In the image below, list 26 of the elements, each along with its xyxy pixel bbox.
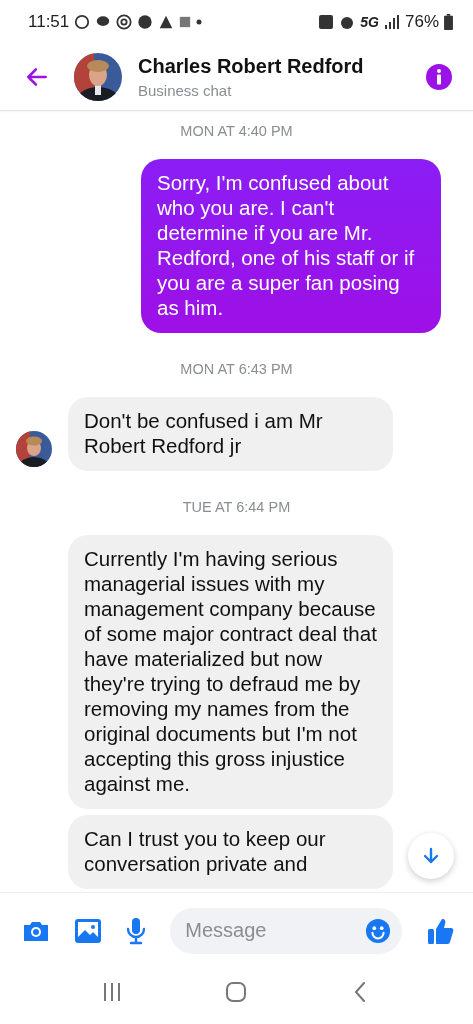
received-message: Can I trust you to keep our conversation private and xyxy=(68,815,393,889)
chat-subtitle: Business chat xyxy=(138,82,233,99)
scroll-down-button[interactable] xyxy=(408,833,454,879)
battery-icon xyxy=(444,14,453,30)
received-message: Currently I'm having serious managerial issues with my management company because of some major contract deal that have materialized but now they're trying to defraud me by removing my names from the original documents but I'm not accepting this gross injustice against me. xyxy=(68,535,393,809)
message-timestamp: MON AT 6:43 PM xyxy=(179,361,294,377)
down-arrow-icon xyxy=(421,846,441,866)
thumbs-up-icon[interactable] xyxy=(427,916,455,945)
network-label: 5G xyxy=(360,14,379,30)
message-timestamp: MON AT 4:40 PM xyxy=(179,123,294,139)
message-field[interactable]: Message xyxy=(170,907,403,954)
dot-icon xyxy=(196,19,203,25)
info-icon[interactable] xyxy=(425,63,453,91)
emoji-icon[interactable] xyxy=(365,917,392,944)
received-message: Don't be confused i am Mr Robert Redford jr xyxy=(68,397,393,471)
microphone-icon[interactable] xyxy=(125,916,146,945)
sent-message: Sorry, I'm confused about who you are. I can't determine if you are Mr. Redford, one of his staff or if you are a super fan posing as him. xyxy=(141,159,441,333)
battery-percent: 76% xyxy=(404,12,439,32)
signal-icon xyxy=(383,14,400,30)
warning-icon xyxy=(158,14,175,30)
contact-name: Charles Robert Redford xyxy=(138,55,365,78)
message-timestamp: TUE AT 6:44 PM xyxy=(181,499,292,515)
status-time: 11:51 xyxy=(28,12,70,32)
image-icon[interactable] xyxy=(74,918,101,943)
at-sign-icon xyxy=(116,14,133,30)
home-icon[interactable] xyxy=(225,981,248,1003)
